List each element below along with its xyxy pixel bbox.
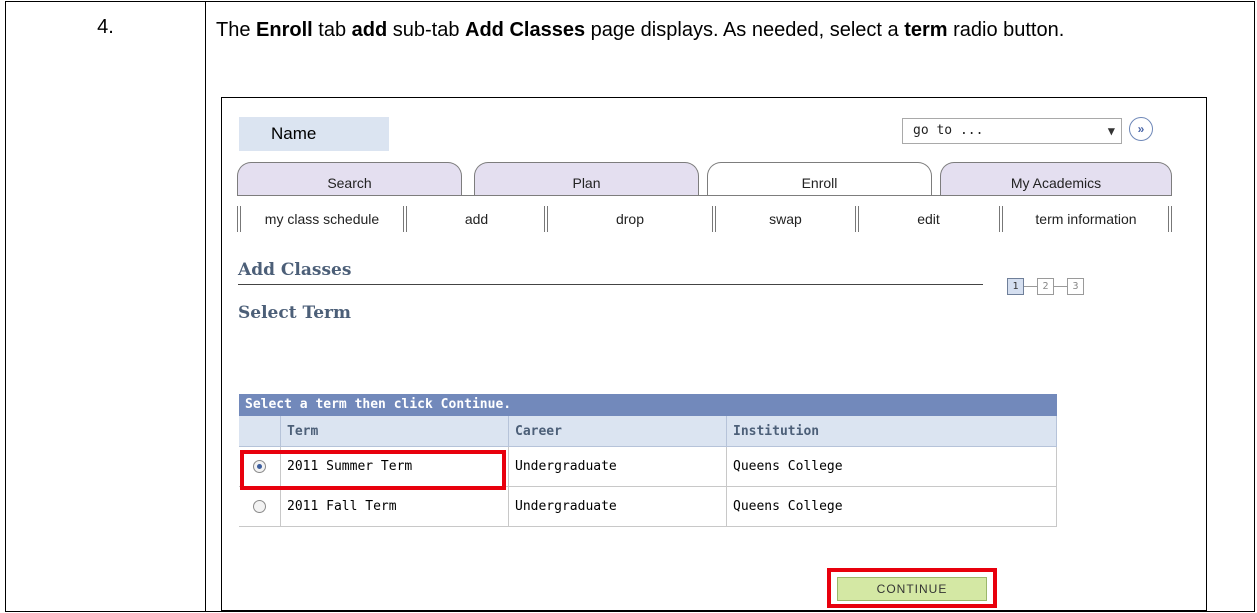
term-cell: 2011 Fall Term <box>281 487 509 526</box>
subtab-separator <box>403 206 407 232</box>
column-header-career: Career <box>509 416 727 446</box>
tab-enroll[interactable]: Enroll <box>707 162 932 196</box>
subtab-my-class-schedule[interactable]: my class schedule <box>243 206 401 232</box>
subtab-separator <box>544 206 548 232</box>
main-tabs: Search Plan Enroll My Academics <box>237 162 1172 196</box>
subtab-separator <box>1168 206 1172 232</box>
instruction-part: page displays. As needed, select a <box>585 19 905 41</box>
instruction-part: radio button. <box>947 19 1065 41</box>
subtab-term-information[interactable]: term information <box>1005 206 1167 232</box>
tab-my-academics[interactable]: My Academics <box>940 162 1172 196</box>
section-title: Select Term <box>238 303 351 323</box>
subtab-separator <box>237 206 241 232</box>
title-divider <box>238 284 983 285</box>
radio-cell <box>239 487 281 526</box>
tab-search[interactable]: Search <box>237 162 462 196</box>
student-name-label: Name <box>239 117 389 151</box>
instruction-part: The <box>216 19 257 41</box>
career-cell: Undergraduate <box>509 447 727 486</box>
document-table: 4. The Enroll tab add sub-tab Add Classe… <box>5 1 1255 612</box>
tab-plan[interactable]: Plan <box>474 162 699 196</box>
instruction-text: The Enroll tab add sub-tab Add Classes p… <box>216 16 1216 44</box>
institution-cell: Queens College <box>727 447 1057 486</box>
step-1-box: 1 <box>1007 278 1024 295</box>
sub-tabs: my class schedule add drop swap edit ter… <box>237 206 1172 232</box>
subtab-drop[interactable]: drop <box>550 206 710 232</box>
subtab-swap[interactable]: swap <box>718 206 853 232</box>
step-number: 4. <box>97 16 114 38</box>
instruction-part-bold: add <box>351 19 388 41</box>
goto-dropdown[interactable]: go to ... ▼ <box>902 118 1122 144</box>
embedded-screenshot: Name go to ... ▼ » Search Plan Enroll My… <box>221 97 1207 611</box>
highlight-box-term <box>240 450 506 490</box>
subtab-separator <box>855 206 859 232</box>
step-connector <box>1024 286 1037 287</box>
career-cell: Undergraduate <box>509 487 727 526</box>
instruction-part: tab <box>312 19 352 41</box>
table-row: 2011 Fall Term Undergraduate Queens Coll… <box>239 487 1057 527</box>
goto-value: go to ... <box>913 123 984 138</box>
step-3-box: 3 <box>1067 278 1084 295</box>
instruction-part-bold: Add Classes <box>465 19 586 41</box>
step-connector <box>1054 286 1067 287</box>
grid-column-headers: Term Career Institution <box>239 416 1057 447</box>
step-2-box: 2 <box>1037 278 1054 295</box>
instruction-part: sub-tab <box>387 19 466 41</box>
column-header-institution: Institution <box>727 416 1057 446</box>
highlight-box-continue: CONTINUE <box>827 568 997 608</box>
subtab-add[interactable]: add <box>409 206 544 232</box>
subtab-separator <box>712 206 716 232</box>
tabs-baseline <box>237 195 1172 196</box>
select-column-header <box>239 416 281 446</box>
instruction-part-bold: term <box>904 19 948 41</box>
page-title: Add Classes <box>238 260 352 280</box>
grid-caption: Select a term then click Continue. <box>239 394 1057 416</box>
dropdown-arrow-icon: ▼ <box>1107 124 1115 138</box>
continue-button[interactable]: CONTINUE <box>837 577 987 601</box>
double-chevron-right-icon[interactable]: » <box>1129 117 1153 141</box>
column-header-term: Term <box>281 416 509 446</box>
subtab-edit[interactable]: edit <box>861 206 996 232</box>
table-divider <box>205 2 206 611</box>
subtab-separator <box>999 206 1003 232</box>
institution-cell: Queens College <box>727 487 1057 526</box>
instruction-part-bold: Enroll <box>256 19 313 41</box>
term-radio-fall[interactable] <box>253 500 266 513</box>
